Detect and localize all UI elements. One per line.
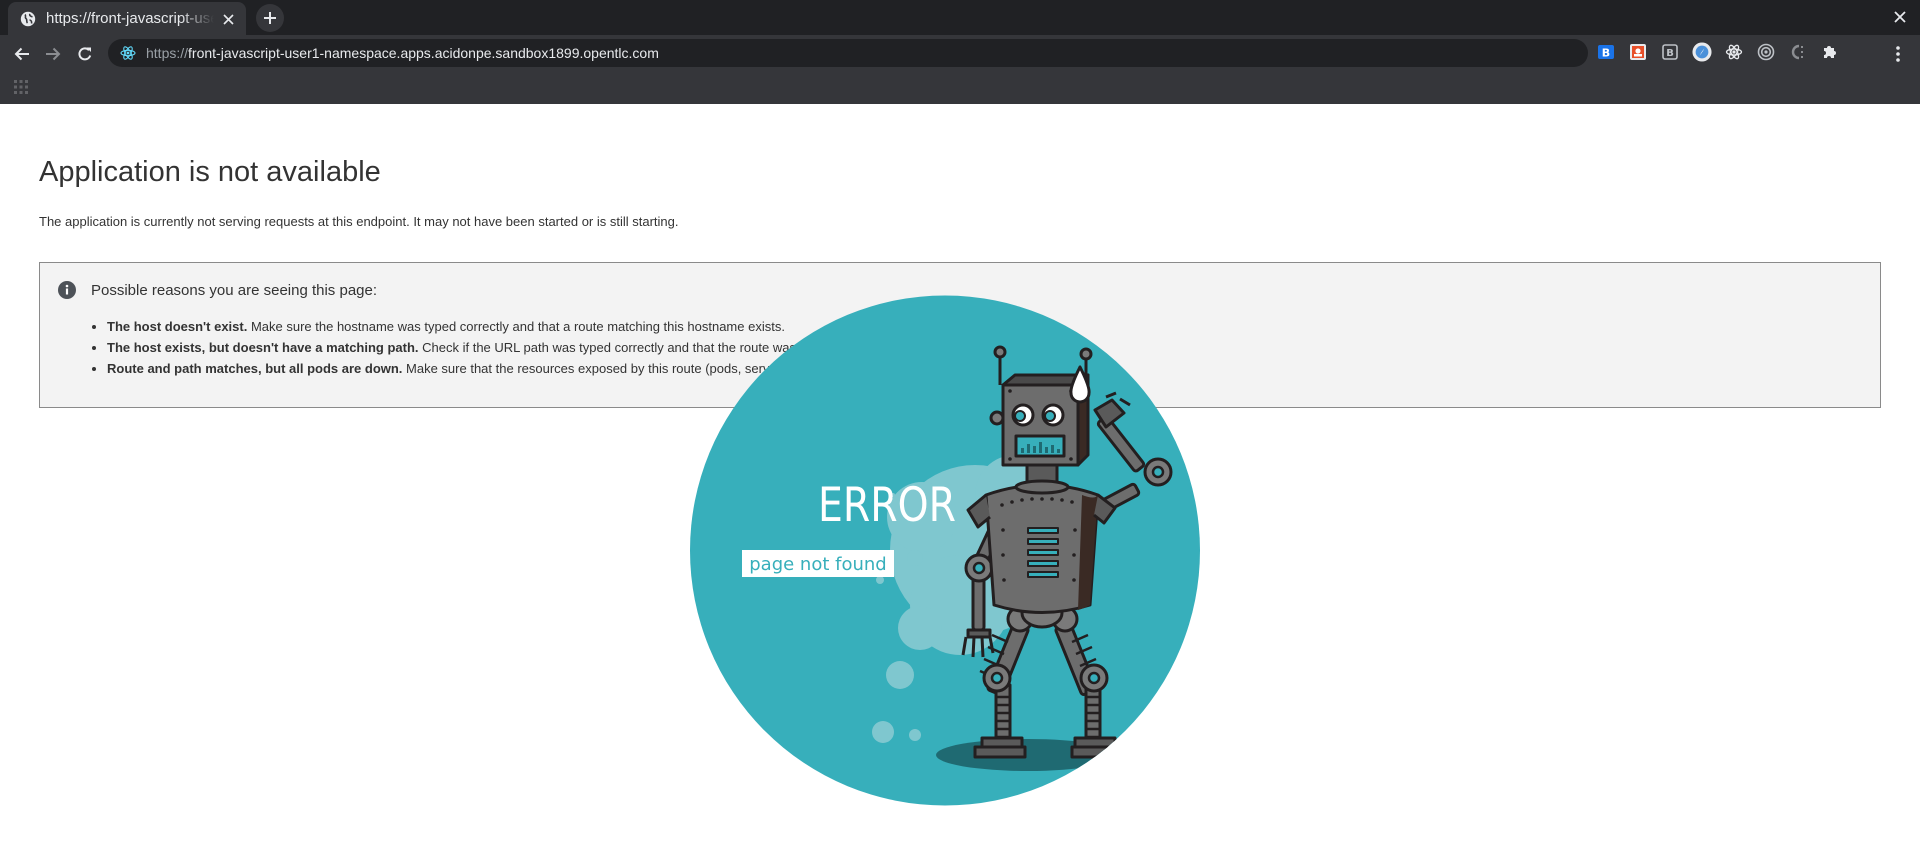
coverage-icon[interactable] xyxy=(1788,42,1808,62)
page-title: Application is not available xyxy=(39,156,381,188)
target-icon[interactable] xyxy=(1756,42,1776,62)
error-word: ERROR xyxy=(818,478,956,533)
arrow-left-icon xyxy=(14,47,29,61)
page-description: The application is currently not serving… xyxy=(39,214,679,229)
reload-icon xyxy=(78,47,92,61)
extensions-bar: B B xyxy=(1596,42,1852,62)
reason-title: The host exists, but doesn't have a matc… xyxy=(107,340,419,355)
site-info-icon xyxy=(120,46,136,60)
url-text: https://front-javascript-user1-namespace… xyxy=(146,45,659,61)
plus-icon xyxy=(264,12,276,24)
reader-icon[interactable]: B xyxy=(1660,42,1680,62)
forward-button[interactable] xyxy=(40,41,66,67)
info-icon xyxy=(58,281,76,299)
globe-icon xyxy=(20,11,36,26)
image-extension-icon[interactable] xyxy=(1628,42,1648,62)
error-subtitle: page not found xyxy=(749,554,886,575)
url-host: front-javascript-user1-namespace.apps.ac… xyxy=(188,45,659,61)
reason-title: The host doesn't exist. xyxy=(107,319,248,334)
arrow-right-icon xyxy=(46,47,61,61)
new-tab-button[interactable] xyxy=(256,4,284,32)
compass-icon[interactable] xyxy=(1692,42,1712,62)
puzzle-icon[interactable] xyxy=(1820,42,1840,62)
bookmark-bar xyxy=(0,72,1920,104)
more-options-button[interactable] xyxy=(1888,43,1908,65)
browser-tab[interactable]: https://front-javascript-user1-namespace… xyxy=(8,2,246,35)
close-icon xyxy=(1894,11,1906,23)
svg-text:B: B xyxy=(1666,48,1674,59)
address-bar[interactable]: https://front-javascript-user1-namespace… xyxy=(108,39,1588,67)
reload-button[interactable] xyxy=(72,41,98,67)
error-robot-illustration: ERROR page not found xyxy=(690,295,1200,806)
tab-strip: https://front-javascript-user1-namespace… xyxy=(0,0,1920,35)
url-scheme: https:// xyxy=(146,45,189,61)
reason-title: Route and path matches, but all pods are… xyxy=(107,361,403,376)
page-content: Application is not available The applica… xyxy=(0,104,1920,846)
apps-grid-icon[interactable] xyxy=(14,80,28,94)
kebab-menu-icon xyxy=(1896,46,1900,62)
toolbar: https://front-javascript-user1-namespace… xyxy=(0,35,1920,72)
back-button[interactable] xyxy=(9,41,35,67)
svg-text:B: B xyxy=(1602,47,1610,60)
tab-close-icon[interactable] xyxy=(218,9,238,29)
bootstrap-icon[interactable]: B xyxy=(1596,42,1616,62)
window-close-button[interactable] xyxy=(1890,7,1910,27)
alert-title: Possible reasons you are seeing this pag… xyxy=(91,282,378,299)
browser-chrome: https://front-javascript-user1-namespace… xyxy=(0,0,1920,104)
tab-title: https://front-javascript-user1-namespace… xyxy=(46,10,214,27)
react-devtools-icon[interactable] xyxy=(1724,42,1744,62)
